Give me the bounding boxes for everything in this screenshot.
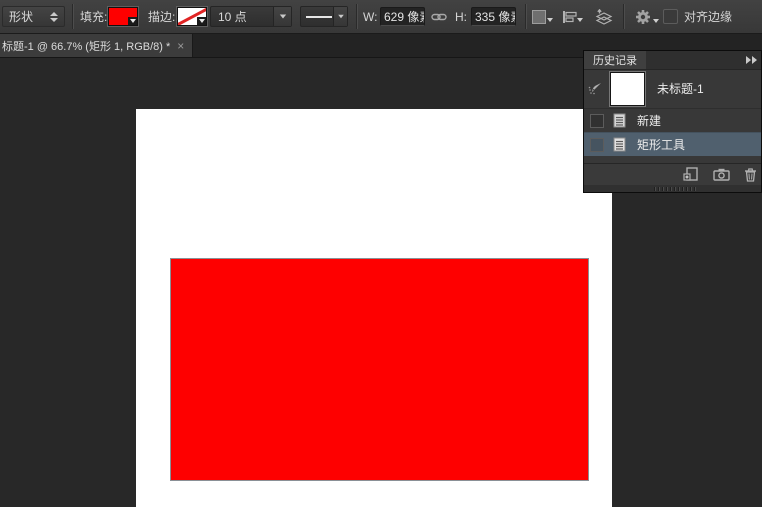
width-input[interactable]: 629 像素 [380,7,425,26]
stroke-color-swatch[interactable] [177,7,207,26]
width-label: W: [363,10,377,24]
fill-label: 填充: [80,8,107,25]
stepper-arrows-icon [50,12,58,22]
divider [623,4,625,29]
collapse-panel-button[interactable] [745,51,761,69]
history-brush-source-well[interactable] [586,80,604,98]
mini-caret-icon [653,19,659,23]
gear-icon [634,8,652,26]
height-label: H: [455,10,467,24]
mini-caret-icon [577,18,583,22]
path-alignment-button[interactable] [562,10,577,24]
history-state-row[interactable]: 新建 [584,108,761,132]
stroke-width-value: 10 点 [218,8,247,25]
path-operations-icon [532,10,546,24]
path-operations-button[interactable] [532,10,546,24]
snapshot-thumbnail [610,72,645,106]
swatch-caret-icon [128,17,137,25]
stroke-style-dropdown[interactable] [300,6,348,27]
shape-settings-button[interactable] [634,8,652,26]
history-state-row[interactable]: 矩形工具 [584,132,761,156]
delete-state-button[interactable] [744,168,757,182]
document-state-icon [613,137,627,153]
panel-bottom-edge [584,185,761,192]
height-input[interactable]: 335 像素 [471,7,516,26]
history-panel: 历史记录 未标题-1 [583,50,762,193]
photoshop-window: 形状 填充: 描边: 10 点 [0,0,762,507]
snapshot-name: 未标题-1 [657,80,704,97]
history-brush-checkbox[interactable] [590,114,604,128]
red-rectangle-shape[interactable] [170,258,589,481]
document-state-icon [613,113,627,129]
link-dimensions-icon[interactable] [431,11,447,23]
double-arrow-icon [745,55,758,65]
chevron-down-icon [333,7,347,26]
fill-color-swatch[interactable] [108,7,138,26]
path-alignment-icon [562,10,577,24]
stroke-width-dropdown[interactable]: 10 点 [210,6,292,27]
tool-mode-dropdown[interactable]: 形状 [2,6,65,27]
document-tab-title: 标题-1 @ 66.7% (矩形 1, RGB/8) * [2,38,170,54]
chevron-down-icon [273,7,291,26]
divider [72,4,74,29]
document-tab[interactable]: 标题-1 @ 66.7% (矩形 1, RGB/8) * × [0,34,193,57]
history-brush-checkbox[interactable] [590,138,604,152]
options-bar: 形状 填充: 描边: 10 点 [0,0,762,34]
align-edges-label: 对齐边缘 [684,8,732,25]
history-state-label: 矩形工具 [637,136,685,153]
history-snapshot-row[interactable]: 未标题-1 [584,69,761,108]
align-edges-checkbox[interactable] [663,9,678,24]
history-panel-tab[interactable]: 历史记录 [584,51,646,69]
path-arrangement-button[interactable] [595,9,613,25]
history-states-list: 新建 矩形工具 [584,108,761,156]
history-panel-footer [584,163,761,185]
swatch-caret-icon [197,17,206,25]
mini-caret-icon [547,18,553,22]
new-document-from-state-button[interactable] [682,167,699,182]
history-panel-header: 历史记录 [584,51,761,70]
document-canvas[interactable] [136,109,612,507]
new-snapshot-button[interactable] [713,168,730,181]
close-tab-icon[interactable]: × [177,40,184,52]
history-brush-icon [588,81,603,96]
history-state-label: 新建 [637,112,661,129]
panel-resize-grip[interactable] [654,187,698,191]
path-arrangement-icon [595,9,613,25]
solid-line-icon [306,16,332,18]
divider [356,4,358,29]
stroke-label: 描边: [148,8,175,25]
divider [525,4,527,29]
tool-mode-label: 形状 [9,8,33,25]
